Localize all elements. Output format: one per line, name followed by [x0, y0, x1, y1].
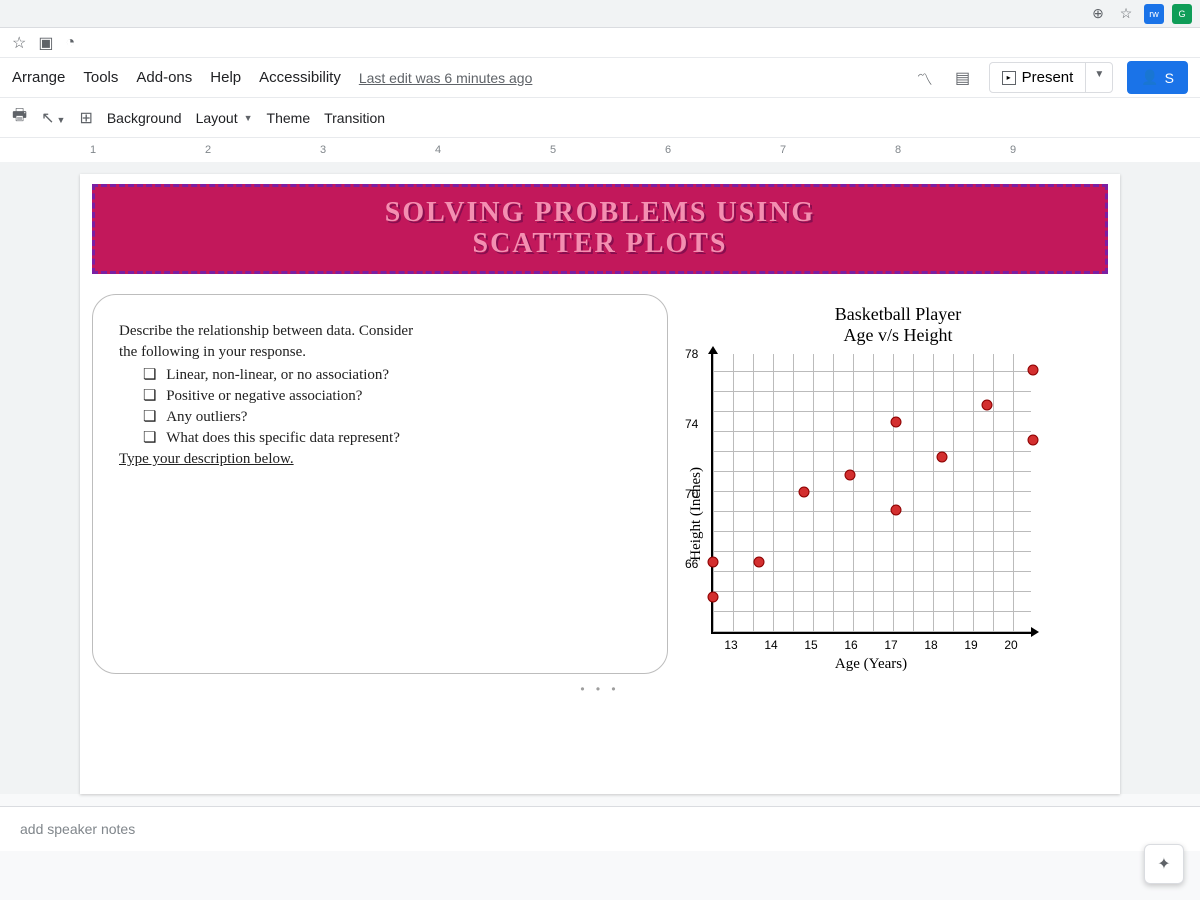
chart-data-point [890, 504, 901, 515]
chart-data-point [890, 417, 901, 428]
theme-button[interactable]: Theme [267, 110, 311, 126]
prompt-intro-2: the following in your response. [119, 344, 641, 361]
slide[interactable]: SOLVING PROBLEMS USING SCATTER PLOTS Des… [80, 174, 1120, 794]
chart-xlabel: Age (Years) [711, 656, 1031, 673]
ruler-mark: 6 [665, 144, 671, 156]
chart-x-tick: 17 [871, 638, 911, 652]
zoom-icon[interactable]: ⊕ [1088, 4, 1108, 24]
menu-help[interactable]: Help [210, 69, 241, 86]
extension-badge-2[interactable]: G [1172, 4, 1192, 24]
ruler-mark: 3 [320, 144, 326, 156]
extension-badge-1[interactable]: rw [1144, 4, 1164, 24]
x-axis-arrow-icon [1031, 627, 1039, 637]
chart-plot-area: 66707478 [711, 354, 1031, 634]
move-icon[interactable]: ▣ [38, 33, 53, 53]
chart-x-tick: 14 [751, 638, 791, 652]
chart-data-point [1028, 434, 1039, 445]
chart-x-tick: 20 [991, 638, 1031, 652]
paint-icon[interactable]: ↖▼ [41, 108, 65, 128]
chart-ylabel: Height (Inches) [688, 467, 705, 561]
ruler-mark: 8 [895, 144, 901, 156]
prompt-bullet: Any outliers? [143, 407, 641, 426]
prompt-bullet: What does this specific data represent? [143, 428, 641, 447]
chart-data-point [1028, 364, 1039, 375]
chart-y-tick: 70 [685, 487, 698, 501]
prompt-bullet: Positive or negative association? [143, 386, 641, 405]
chart-x-tick: 18 [911, 638, 951, 652]
chart-data-point [936, 452, 947, 463]
star-icon[interactable]: ☆ [1116, 4, 1136, 24]
star-outline-icon[interactable]: ☆ [12, 33, 26, 53]
explore-button[interactable]: ✦ [1144, 844, 1184, 884]
speaker-notes-placeholder: add speaker notes [20, 821, 135, 837]
chart-data-point [708, 557, 719, 568]
prompt-intro-1: Describe the relationship between data. … [119, 323, 641, 340]
menu-accessibility[interactable]: Accessibility [259, 69, 341, 86]
ruler-mark: 1 [90, 144, 96, 156]
chart-title: Basketball PlayerAge v/s Height [688, 304, 1108, 346]
doc-icon-row: ☆ ▣ ◔ [0, 28, 1200, 58]
comments-icon[interactable]: ▤ [951, 66, 975, 90]
person-icon: 👤 [1141, 69, 1158, 86]
type-below-text: Type your description below. [119, 451, 641, 468]
browser-topbar: ⊕ ☆ rw G [0, 0, 1200, 28]
slide-title-line1: SOLVING PROBLEMS USING [385, 198, 815, 229]
prompt-text-box[interactable]: Describe the relationship between data. … [92, 294, 668, 674]
chart-x-tick: 19 [951, 638, 991, 652]
chart-data-point [799, 487, 810, 498]
ruler-mark: 4 [435, 144, 441, 156]
chart-x-ticks: 1314151617181920 [711, 634, 1031, 652]
y-axis-arrow-icon [708, 346, 718, 354]
menu-arrange[interactable]: Arrange [12, 69, 65, 86]
slide-title-line2: SCATTER PLOTS [473, 229, 728, 260]
present-label: Present [1022, 69, 1074, 86]
chart-y-tick: 66 [685, 557, 698, 571]
ruler-mark: 5 [550, 144, 556, 156]
share-button[interactable]: 👤 S [1127, 61, 1188, 94]
chart-data-point [845, 469, 856, 480]
present-dropdown[interactable]: ▼ [1085, 63, 1112, 92]
chart-data-point [708, 592, 719, 603]
explore-icon: ✦ [1157, 854, 1170, 874]
slide-title-banner[interactable]: SOLVING PROBLEMS USING SCATTER PLOTS [92, 184, 1108, 274]
chart-y-tick: 74 [685, 417, 698, 431]
ruler-mark: 9 [1010, 144, 1016, 156]
background-button[interactable]: Background [107, 110, 182, 126]
cloud-icon[interactable]: ◔ [65, 34, 75, 52]
slide-handle-dots[interactable]: • • • [80, 682, 1120, 696]
transition-button[interactable]: Transition [324, 110, 385, 126]
layout-button[interactable]: Layout▼ [196, 110, 253, 126]
trending-icon[interactable]: 〽 [913, 66, 937, 90]
prompt-bullets: Linear, non-linear, or no association? Po… [119, 365, 641, 447]
present-button[interactable]: ▸ Present [990, 63, 1086, 92]
chart-data-point [982, 399, 993, 410]
menu-tools[interactable]: Tools [83, 69, 118, 86]
play-icon: ▸ [1002, 71, 1016, 85]
share-label: S [1165, 70, 1174, 86]
chart-x-tick: 16 [831, 638, 871, 652]
ruler-mark: 2 [205, 144, 211, 156]
slide-canvas-area: SOLVING PROBLEMS USING SCATTER PLOTS Des… [0, 162, 1200, 794]
chart-y-tick: 78 [685, 347, 698, 361]
horizontal-ruler: 1 2 3 4 5 6 7 8 9 [0, 138, 1200, 162]
scatter-chart[interactable]: Basketball PlayerAge v/s Height Height (… [688, 294, 1108, 674]
menubar: Arrange Tools Add-ons Help Accessibility… [0, 58, 1200, 98]
menu-addons[interactable]: Add-ons [136, 69, 192, 86]
print-icon[interactable]: 🖶 [12, 104, 27, 131]
last-edit-info[interactable]: Last edit was 6 minutes ago [359, 70, 533, 86]
chart-x-tick: 13 [711, 638, 751, 652]
speaker-notes[interactable]: add speaker notes [0, 806, 1200, 851]
ruler-mark: 7 [780, 144, 786, 156]
prompt-bullet: Linear, non-linear, or no association? [143, 365, 641, 384]
toolbar: 🖶 ↖▼ ⊞ Background Layout▼ Theme Transiti… [0, 98, 1200, 138]
add-box-icon[interactable]: ⊞ [79, 108, 92, 128]
chart-data-point [753, 557, 764, 568]
chart-x-tick: 15 [791, 638, 831, 652]
